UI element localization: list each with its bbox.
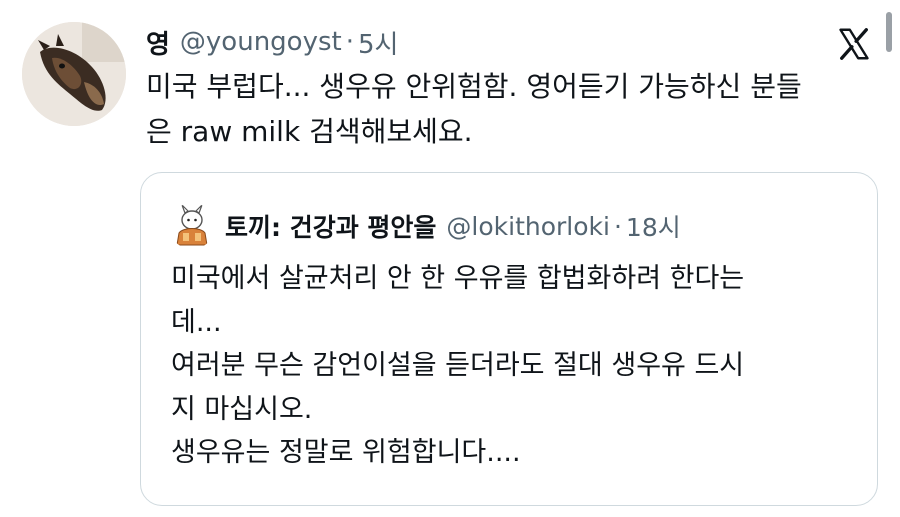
quoted-text-line: 데... <box>171 306 222 338</box>
author-avatar[interactable] <box>22 22 126 126</box>
quoted-tweet-timestamp[interactable]: 18시 <box>626 208 681 244</box>
quoted-text-line: 지 마십시오. <box>171 393 313 425</box>
tweet-card[interactable]: 영 @youngoyst · 5시 미국 부럽다... 생우유 안위험함. 영어… <box>0 0 900 517</box>
quoted-tweet-card[interactable]: 토끼: 건강과 평안을 @lokithorloki · 18시 미국에서 살균처… <box>140 172 878 506</box>
tweet-text: 미국 부럽다... 생우유 안위험함. 영어듣기 가능하신 분들 은 raw m… <box>146 64 876 154</box>
rabbit-drawing-icon <box>169 203 215 249</box>
quoted-text-line: 생우유는 정말로 위험합니다.... <box>171 437 521 468</box>
dog-photo-icon <box>22 22 126 126</box>
quoted-author-handle[interactable]: @lokithorloki <box>446 212 610 241</box>
tweet-text-line: 은 raw milk 검색해보세요. <box>146 115 473 148</box>
separator-dot: · <box>613 211 622 241</box>
quoted-text-line: 미국에서 살균처리 안 한 우유를 합법화하려 한다는 <box>171 263 745 294</box>
author-handle[interactable]: @youngoyst <box>180 27 342 57</box>
quoted-text-line: 여러분 무슨 감언이설을 듣더라도 절대 생우유 드시 <box>171 350 745 381</box>
x-logo-icon[interactable] <box>836 26 872 62</box>
tweet-timestamp[interactable]: 5시 <box>358 24 398 61</box>
scrollbar-thumb[interactable] <box>886 12 892 52</box>
tweet-header: 영 @youngoyst · 5시 <box>146 22 398 62</box>
author-name[interactable]: 영 <box>146 24 170 61</box>
quoted-author-name[interactable]: 토끼: 건강과 평안을 <box>225 208 436 244</box>
tweet-text-line: 미국 부럽다... 생우유 안위험함. 영어듣기 가능하신 분들 <box>146 70 802 103</box>
quoted-author-avatar[interactable] <box>169 203 215 249</box>
quoted-tweet-header: 토끼: 건강과 평안을 @lokithorloki · 18시 <box>169 203 681 249</box>
quoted-tweet-text: 미국에서 살균처리 안 한 우유를 합법화하려 한다는 데... 여러분 무슨 … <box>171 257 861 475</box>
separator-dot: · <box>345 27 354 57</box>
